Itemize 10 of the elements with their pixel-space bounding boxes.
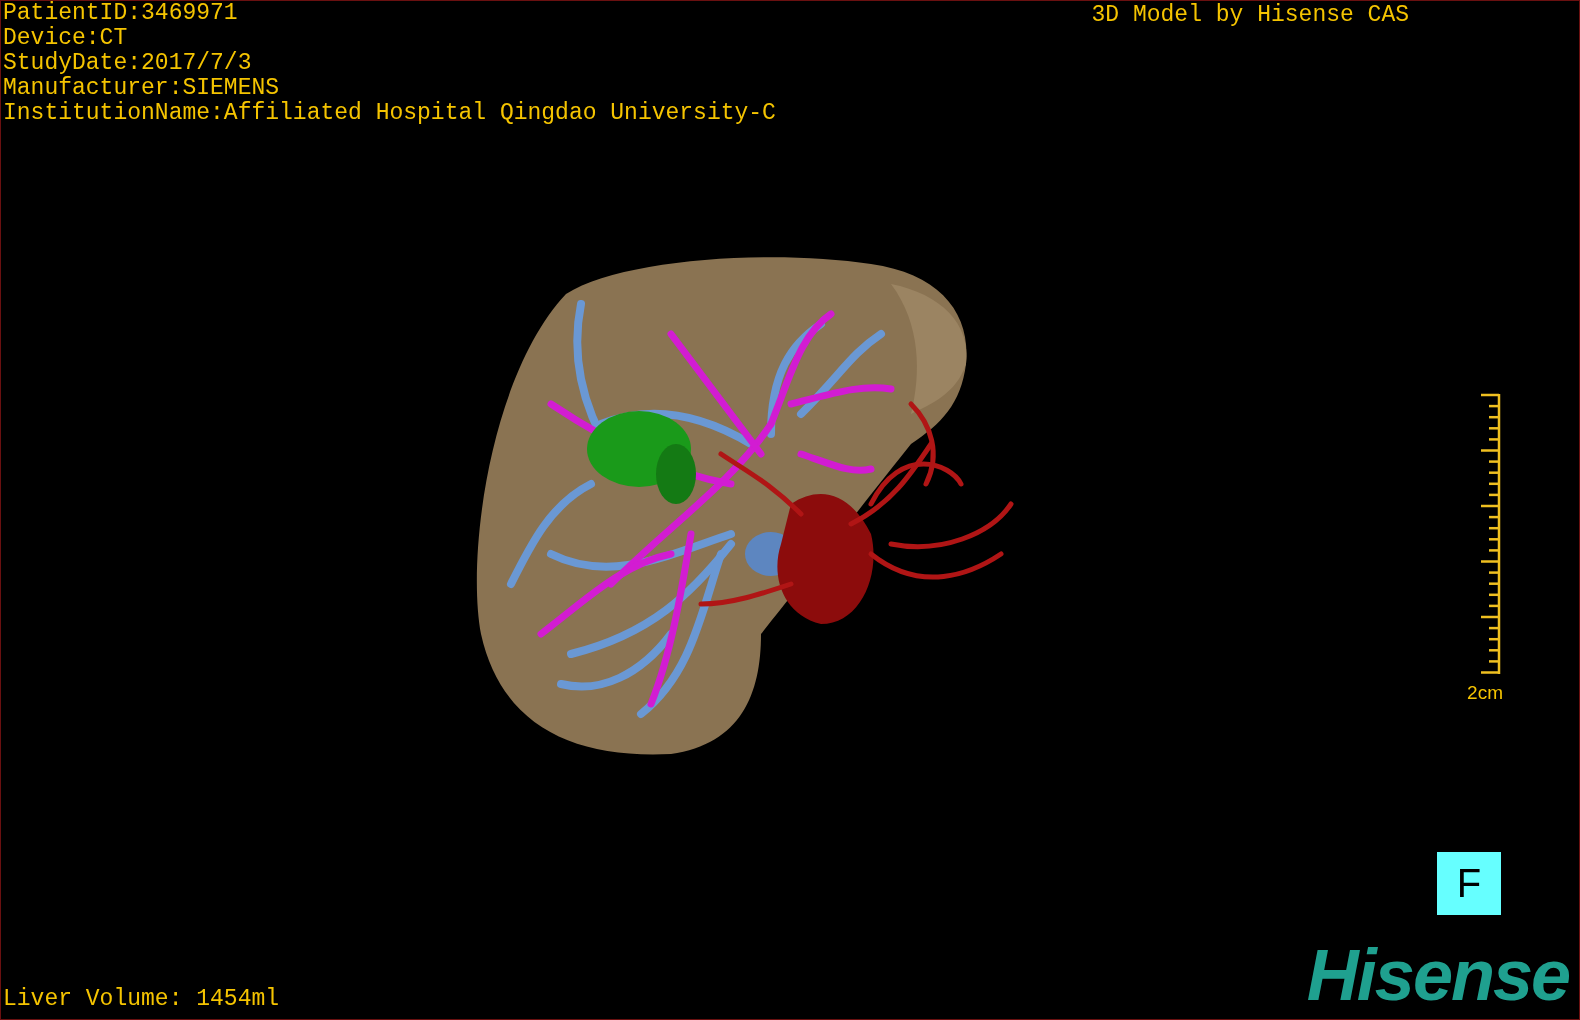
- logo-text: Hisense: [1306, 939, 1570, 1017]
- study-info-text: StudyDate:2017/7/3: [3, 51, 253, 76]
- study-info-text: InstitutionName:Affiliated Hospital Qingdao University-C: [3, 101, 776, 126]
- study-info-text: PatientID:3469971: [3, 1, 239, 26]
- study-info-text: Device:CT: [3, 26, 129, 51]
- liver-volume-text: Liver Volume: 1454ml: [2, 985, 280, 1014]
- scale-label: 2cm: [1467, 682, 1503, 704]
- study-info-text: Manufacturer:SIEMENS: [3, 76, 281, 101]
- viewer-title: 3D Model by Hisense CAS: [1091, 1, 1409, 28]
- view-orientation-button[interactable]: F: [1437, 852, 1501, 915]
